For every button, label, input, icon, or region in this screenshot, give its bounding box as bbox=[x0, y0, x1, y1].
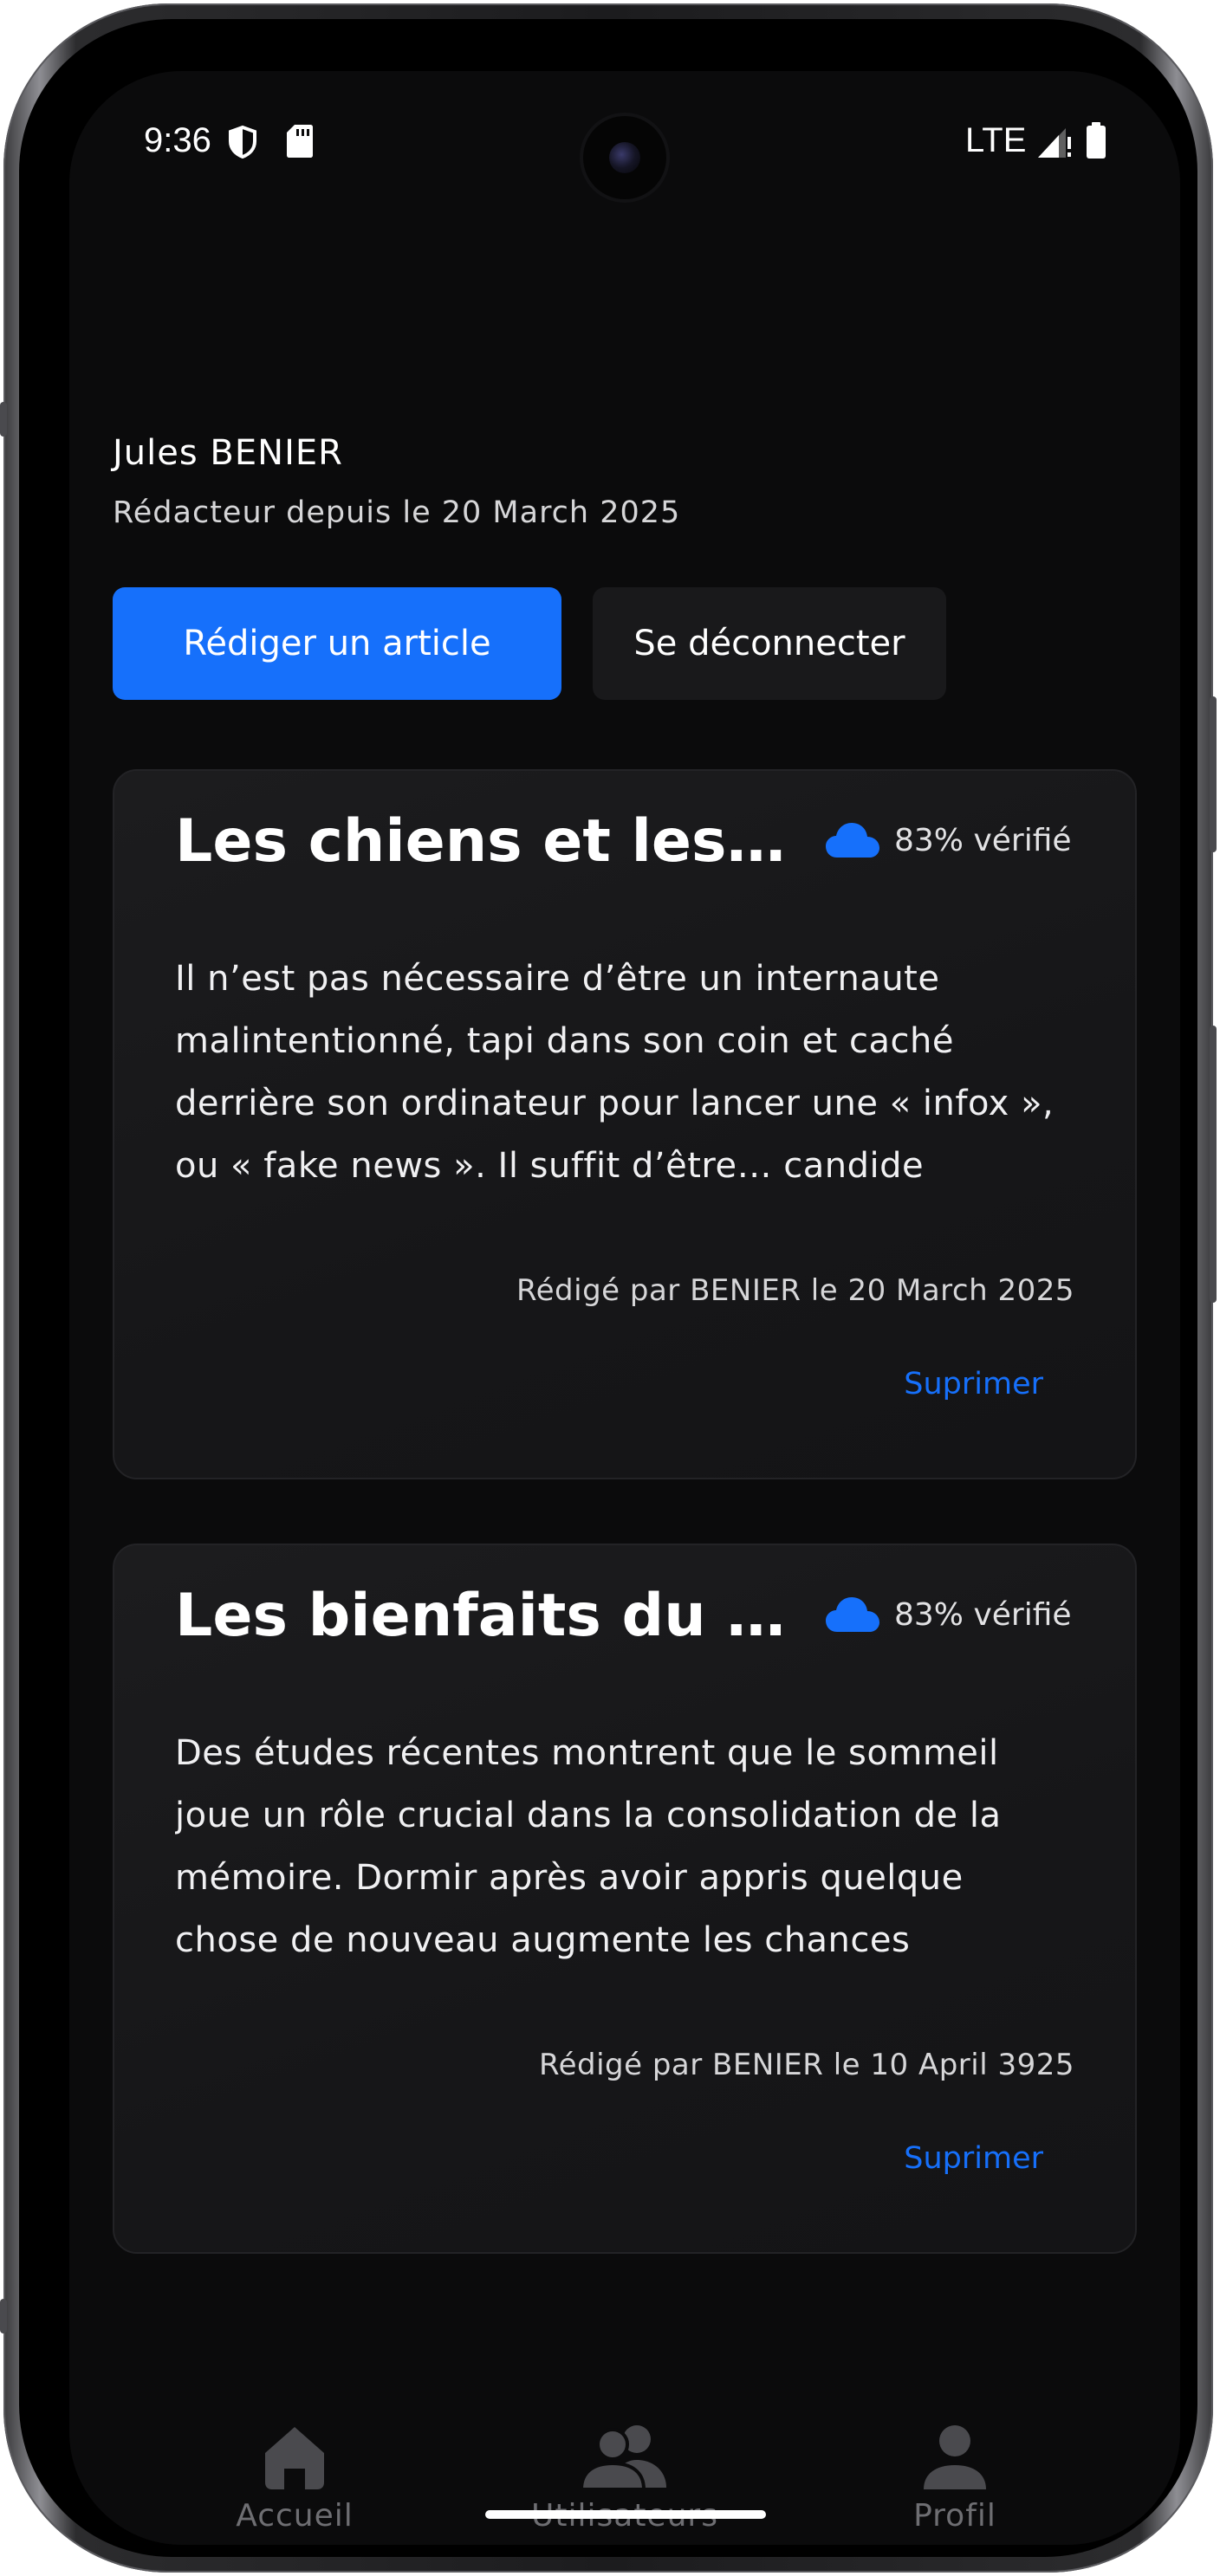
verification-label: 83% vérifié bbox=[894, 822, 1072, 858]
cloud-icon bbox=[826, 1597, 879, 1632]
shield-icon bbox=[229, 125, 256, 159]
battery-icon bbox=[1087, 122, 1106, 159]
article-excerpt: Des études récentes montrent que le somm… bbox=[175, 1733, 1002, 1960]
bottom-navigation: Accueil Utilisateurs P bbox=[69, 2375, 1180, 2545]
write-article-button[interactable]: Rédiger un article bbox=[113, 587, 561, 700]
side-button bbox=[0, 402, 7, 437]
volume-button bbox=[1210, 696, 1217, 852]
nav-label: Profil bbox=[913, 2498, 996, 2534]
article-meta: Rédigé par BENIER le 10 April 3925 bbox=[538, 2048, 1074, 2082]
users-icon bbox=[580, 2425, 666, 2491]
side-button bbox=[0, 2299, 7, 2333]
verification-badge: 83% vérifié bbox=[825, 821, 1072, 859]
sd-card-icon bbox=[287, 125, 313, 158]
bezel: 9:36 LTE Jules BENIER Rédacteur depuis l… bbox=[19, 19, 1197, 2557]
user-name: Jules BENIER bbox=[113, 433, 343, 473]
status-time: 9:36 bbox=[144, 121, 211, 159]
network-type: LTE bbox=[965, 121, 1027, 159]
member-since: Rédacteur depuis le 20 March 2025 bbox=[113, 495, 681, 530]
power-button bbox=[1210, 1026, 1217, 1303]
delete-article-button[interactable]: Suprimer bbox=[904, 1367, 1043, 1401]
home-indicator[interactable] bbox=[485, 2510, 766, 2519]
logout-button[interactable]: Se déconnecter bbox=[593, 587, 946, 700]
screen: 9:36 LTE Jules BENIER Rédacteur depuis l… bbox=[69, 71, 1180, 2545]
phone-frame: 9:36 LTE Jules BENIER Rédacteur depuis l… bbox=[0, 3, 1217, 2573]
cloud-icon bbox=[826, 823, 879, 858]
article-card[interactable]: Les chiens et les chats 83% vérifié Il n… bbox=[113, 769, 1137, 1479]
person-icon bbox=[924, 2425, 986, 2489]
nav-item-home[interactable]: Accueil bbox=[191, 2420, 399, 2534]
nav-item-profile[interactable]: Profil bbox=[851, 2420, 1059, 2534]
verification-badge: 83% vérifié bbox=[825, 1595, 1072, 1634]
nav-label: Accueil bbox=[236, 2498, 354, 2534]
article-title[interactable]: Les bienfaits du sommeil bbox=[175, 1582, 799, 1650]
home-icon bbox=[265, 2427, 324, 2489]
verification-label: 83% vérifié bbox=[894, 1596, 1072, 1633]
article-card[interactable]: Les bienfaits du sommeil 83% vérifié Des… bbox=[113, 1544, 1137, 2254]
status-bar: 9:36 LTE bbox=[69, 71, 1180, 210]
front-camera bbox=[583, 116, 666, 199]
article-meta: Rédigé par BENIER le 20 March 2025 bbox=[516, 1273, 1074, 1308]
signal-icon bbox=[1038, 128, 1071, 158]
article-excerpt: Il n’est pas nécessaire d’être un intern… bbox=[175, 959, 1055, 1186]
article-title[interactable]: Les chiens et les chats bbox=[175, 807, 799, 876]
delete-article-button[interactable]: Suprimer bbox=[904, 2141, 1043, 2176]
